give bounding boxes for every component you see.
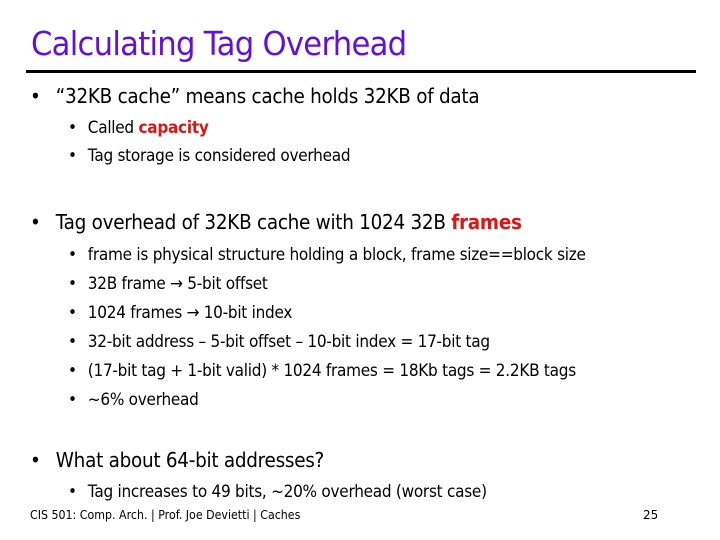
bullet-text: 32-bit address – 5-bit offset – 10-bit i… — [87, 332, 490, 352]
bullet-icon: • — [68, 361, 77, 381]
bullet-icon: • — [30, 210, 41, 234]
sub-bullet-overhead-percent: • ~6% overhead — [68, 390, 199, 410]
bullet-text: Tag overhead of 32KB cache with 1024 32B — [55, 210, 452, 234]
sub-bullet-tag-size: • (17-bit tag + 1-bit valid) * 1024 frame… — [68, 361, 576, 381]
bullet-capacity-definition: • “32KB cache” means cache holds 32KB of … — [30, 84, 480, 108]
bullet-icon: • — [68, 245, 77, 265]
bullet-text: (17-bit tag + 1-bit valid) * 1024 frames… — [87, 361, 576, 381]
sub-bullet-offset: • 32B frame → 5-bit offset — [68, 274, 268, 294]
bullet-tag-overhead: • Tag overhead of 32KB cache with 1024 32… — [30, 210, 522, 234]
sub-bullet-frame-definition: • frame is physical structure holding a b… — [68, 245, 586, 265]
page-number: 25 — [643, 508, 659, 522]
bullet-icon: • — [68, 303, 77, 323]
bullet-icon: • — [68, 118, 77, 138]
bullet-icon: • — [68, 332, 77, 352]
title-divider — [26, 70, 696, 73]
bullet-icon: • — [68, 274, 77, 294]
bullet-64bit-question: • What about 64-bit addresses? — [30, 448, 324, 472]
sub-bullet-capacity: • Called capacity — [68, 118, 209, 138]
bullet-text: ~6% overhead — [87, 390, 199, 410]
bullet-text: What about 64-bit addresses? — [55, 448, 325, 472]
bullet-text: 32B frame → 5-bit offset — [87, 274, 268, 294]
bullet-icon: • — [30, 84, 41, 108]
bullet-text: Tag storage is considered overhead — [87, 146, 351, 166]
bullet-text: 1024 frames → 10-bit index — [87, 303, 293, 323]
slide-title: Calculating Tag Overhead — [31, 24, 407, 63]
sub-bullet-tag-bits: • 32-bit address – 5-bit offset – 10-bit … — [68, 332, 490, 352]
slide-footer: CIS 501: Comp. Arch. | Prof. Joe Deviett… — [30, 508, 301, 522]
sub-bullet-tag-storage: • Tag storage is considered overhead — [68, 146, 351, 166]
sub-bullet-index: • 1024 frames → 10-bit index — [68, 303, 292, 323]
highlight-term: frames — [451, 210, 522, 234]
bullet-icon: • — [68, 146, 77, 166]
bullet-icon: • — [30, 448, 41, 472]
sub-bullet-64bit-answer: • Tag increases to 49 bits, ~20% overhead… — [68, 482, 487, 502]
bullet-text: Tag increases to 49 bits, ~20% overhead … — [87, 482, 487, 502]
bullet-icon: • — [68, 482, 77, 502]
bullet-text: Called — [87, 118, 139, 138]
bullet-icon: • — [68, 390, 77, 410]
highlight-term: capacity — [138, 118, 209, 138]
bullet-text: frame is physical structure holding a bl… — [87, 245, 586, 265]
bullet-text: “32KB cache” means cache holds 32KB of d… — [55, 84, 480, 108]
